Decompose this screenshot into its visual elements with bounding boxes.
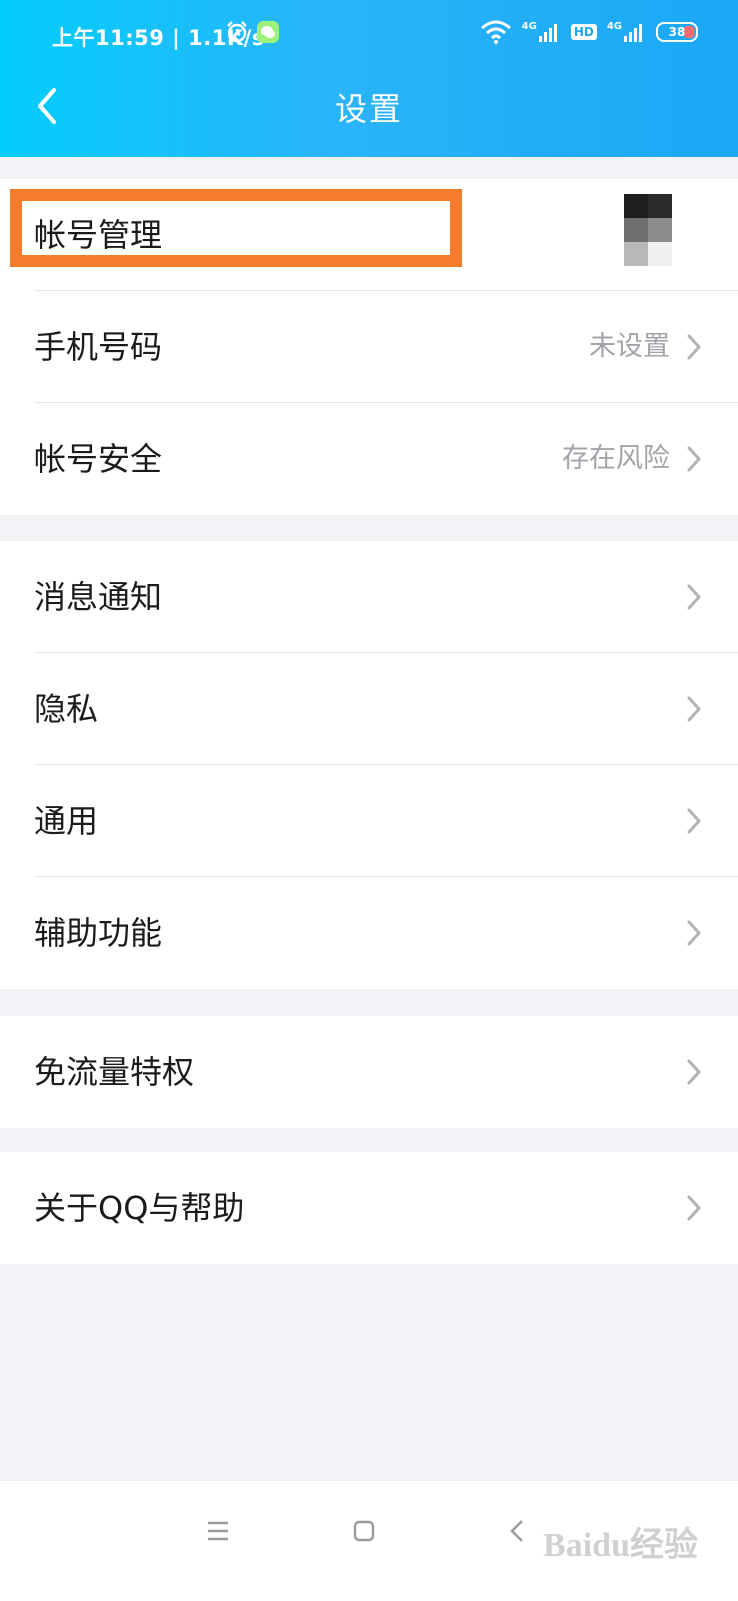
chevron-right-icon xyxy=(687,920,702,946)
status-left-icons xyxy=(225,20,279,44)
row-label: 通用 xyxy=(34,802,99,840)
battery-icon: 38 xyxy=(656,22,698,42)
battery-level: 38 xyxy=(668,25,686,39)
row-label: 免流量特权 xyxy=(34,1053,195,1091)
watermark: Baidu经验 xyxy=(543,1527,698,1564)
chevron-right-icon xyxy=(687,1059,702,1085)
row-free-data[interactable]: 免流量特权 xyxy=(0,1016,738,1128)
row-label: 手机号码 xyxy=(34,328,163,366)
signal-icon xyxy=(624,24,642,42)
avatar[interactable] xyxy=(624,194,672,266)
signal-label-2: 4G xyxy=(606,21,622,32)
row-about-help[interactable]: 关于QQ与帮助 xyxy=(0,1152,738,1264)
row-account-security[interactable]: 帐号安全 存在风险 xyxy=(0,403,738,515)
row-privacy[interactable]: 隐私 xyxy=(0,653,738,765)
header: 上午11:59 | 1.1K/s 4G HD 4G 38 设置 xyxy=(0,0,738,157)
row-account-management[interactable]: 帐号管理 xyxy=(0,179,738,291)
status-separator: | xyxy=(172,26,189,50)
row-value: 存在风险 xyxy=(562,443,670,474)
row-label: 关于QQ与帮助 xyxy=(34,1189,245,1227)
status-bar: 上午11:59 | 1.1K/s 4G HD 4G 38 xyxy=(0,18,738,54)
alarm-icon xyxy=(227,21,247,43)
row-value: 未设置 xyxy=(589,331,670,362)
row-label: 隐私 xyxy=(34,690,99,728)
wechat-icon xyxy=(257,21,279,43)
system-nav-bar: Baidu经验 xyxy=(0,1480,738,1601)
menu-icon[interactable] xyxy=(198,1511,238,1551)
signal-4g-1: 4G xyxy=(521,21,561,42)
row-label: 辅助功能 xyxy=(34,914,163,952)
row-general[interactable]: 通用 xyxy=(0,765,738,877)
home-icon[interactable] xyxy=(344,1511,384,1551)
settings-group-about: 关于QQ与帮助 xyxy=(0,1152,738,1264)
signal-icon xyxy=(538,24,557,42)
time-text: 上午11:59 xyxy=(52,26,165,50)
hd-badge: HD xyxy=(570,24,597,40)
settings-group-general: 消息通知 隐私 通用 辅助功能 xyxy=(0,541,738,989)
back-icon[interactable] xyxy=(498,1511,538,1551)
settings-group-account: 帐号管理 手机号码 未设置 帐号安全 存在风险 xyxy=(0,179,738,515)
wifi-icon xyxy=(480,20,511,44)
chevron-right-icon xyxy=(687,334,702,360)
row-accessibility[interactable]: 辅助功能 xyxy=(0,877,738,989)
chevron-right-icon xyxy=(687,808,702,834)
row-phone-number[interactable]: 手机号码 未设置 xyxy=(0,291,738,403)
row-label: 帐号安全 xyxy=(34,440,163,478)
status-right-icons: 4G HD 4G 38 xyxy=(480,20,698,44)
chevron-right-icon xyxy=(687,446,702,472)
chevron-right-icon xyxy=(687,1195,702,1221)
chevron-right-icon xyxy=(687,584,702,610)
row-label: 帐号管理 xyxy=(34,216,163,254)
signal-4g-2: 4G xyxy=(606,21,646,42)
row-notifications[interactable]: 消息通知 xyxy=(0,541,738,653)
chevron-right-icon xyxy=(687,696,702,722)
row-label: 消息通知 xyxy=(34,578,163,616)
battery-fill xyxy=(684,26,694,38)
signal-label-1: 4G xyxy=(521,21,537,32)
settings-group-data: 免流量特权 xyxy=(0,1016,738,1128)
page-title: 设置 xyxy=(334,90,403,128)
